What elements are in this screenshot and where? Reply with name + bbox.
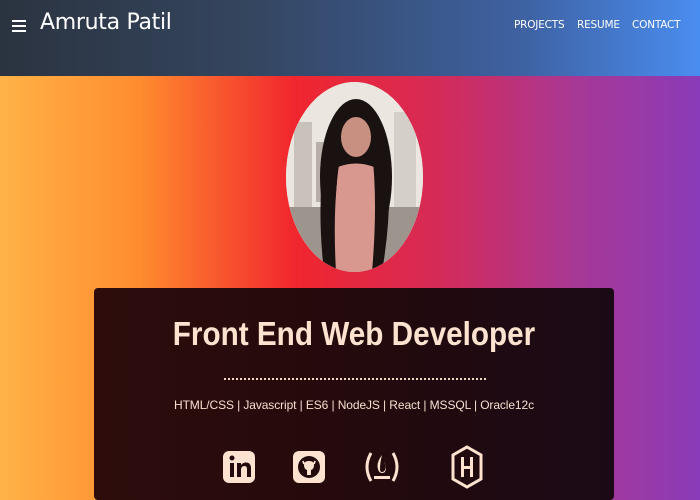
profile-photo	[286, 82, 423, 272]
linkedin-icon[interactable]	[222, 443, 256, 491]
nav-link-resume[interactable]: RESUME	[577, 19, 620, 31]
skills-list: HTML/CSS | Javascript | ES6 | NodeJS | R…	[174, 398, 534, 412]
brand-name[interactable]: Amruta Patil	[40, 10, 172, 35]
hamburger-menu-icon[interactable]	[12, 20, 26, 32]
github-icon[interactable]	[292, 443, 326, 491]
freecodecamp-icon[interactable]	[362, 443, 402, 491]
nav-link-projects[interactable]: PROJECTS	[514, 19, 565, 31]
card-title: Front End Web Developer	[172, 315, 536, 352]
social-links	[94, 443, 614, 493]
nav-link-contact[interactable]: CONTACT	[632, 19, 681, 31]
hackerrank-icon[interactable]	[450, 443, 484, 491]
dotted-divider	[224, 378, 486, 380]
navbar: Amruta Patil PROJECTS RESUME CONTACT	[0, 0, 700, 76]
intro-card: Front End Web Developer HTML/CSS | Javas…	[94, 288, 614, 500]
